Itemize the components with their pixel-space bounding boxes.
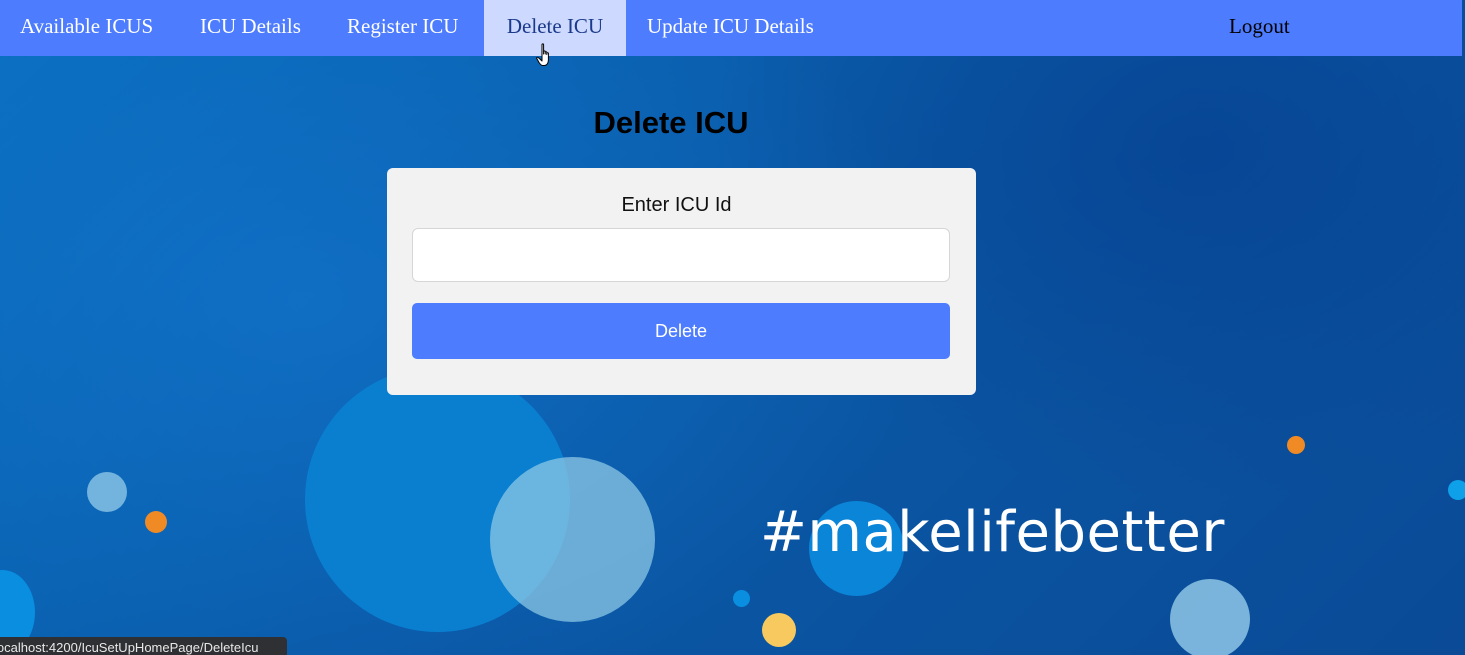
icu-id-label: Enter ICU Id (621, 194, 732, 216)
decorative-circle (87, 472, 127, 512)
top-navbar: Available ICUS ICU Details Register ICU … (0, 0, 1462, 56)
delete-button[interactable]: Delete (412, 303, 950, 359)
hashtag-banner: #makelifebetter (760, 500, 1225, 565)
nav-item-available-icus[interactable]: Available ICUS (20, 0, 153, 56)
status-bar-url: localhost:4200/IcuSetUpHomePage/DeleteIc… (0, 637, 287, 655)
page-title: Delete ICU (593, 105, 749, 140)
decorative-circle (762, 613, 796, 647)
logout-link[interactable]: Logout (1229, 0, 1290, 56)
nav-item-icu-details[interactable]: ICU Details (200, 0, 301, 56)
decorative-circle (1170, 579, 1250, 655)
hand-pointer-icon (536, 43, 549, 66)
delete-icu-form: Enter ICU Id Delete (387, 168, 976, 395)
decorative-circle (733, 590, 750, 607)
status-url-text: localhost:4200/IcuSetUpHomePage/DeleteIc… (0, 640, 259, 655)
decorative-circle (490, 457, 655, 622)
nav-item-update-icu-details[interactable]: Update ICU Details (647, 0, 814, 56)
nav-item-register-icu[interactable]: Register ICU (347, 0, 458, 56)
decorative-circle (1287, 436, 1305, 454)
icu-id-input[interactable] (412, 228, 950, 282)
decorative-circle (145, 511, 167, 533)
decorative-circle (1448, 480, 1465, 500)
